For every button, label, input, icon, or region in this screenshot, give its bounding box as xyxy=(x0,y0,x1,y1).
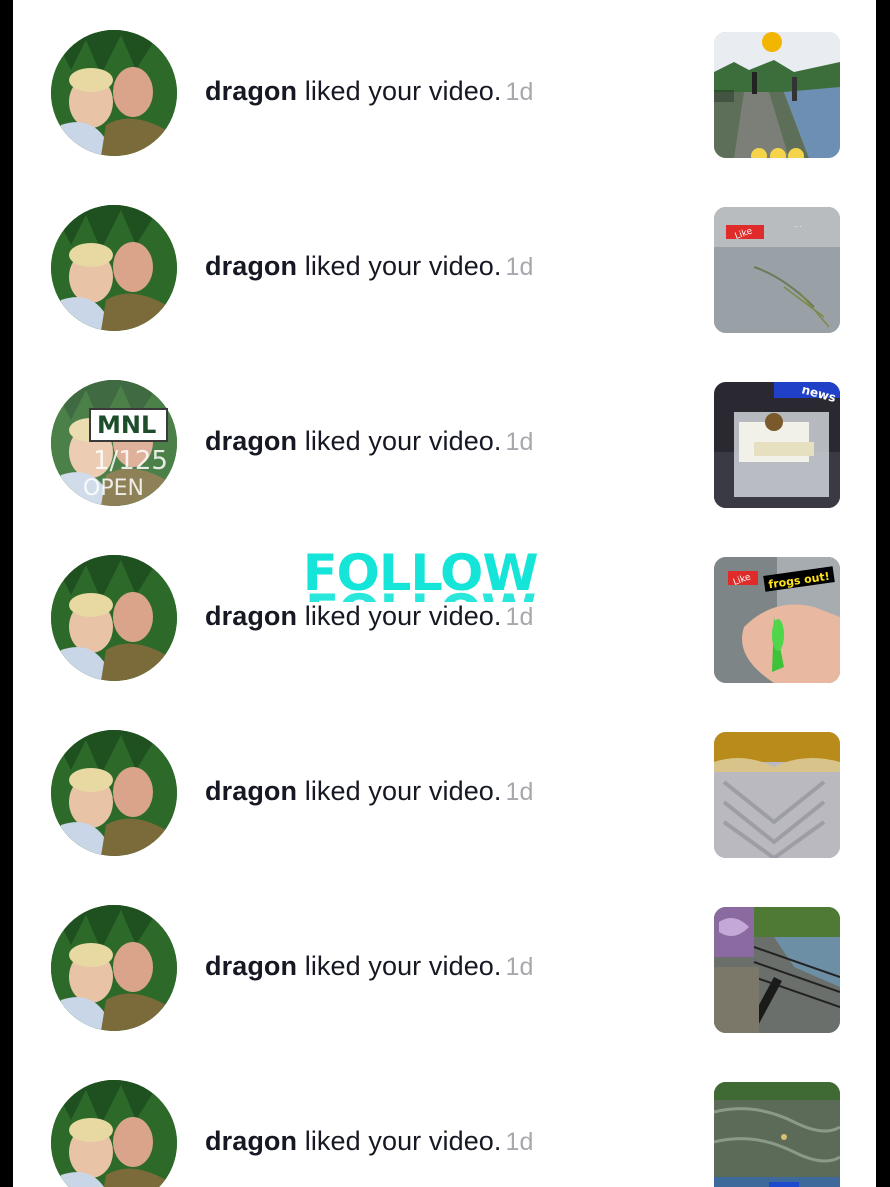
notification-row[interactable]: dragon liked your video. 1d xyxy=(13,0,876,158)
username[interactable]: dragon xyxy=(205,251,297,281)
mnl-count: 1/125 xyxy=(93,446,168,476)
video-thumbnail[interactable]: Like frogs out! xyxy=(714,557,840,683)
notification-row[interactable]: dragon liked your video. 1d xyxy=(13,1050,876,1187)
notifications-screen: dragon liked your video. 1d dragon liked… xyxy=(13,0,876,1187)
mnl-sticker-overlay: MNL 1/125 OPEN xyxy=(83,408,168,501)
video-thumbnail[interactable]: Like ... xyxy=(714,207,840,333)
svg-text:...: ... xyxy=(794,220,802,229)
avatar[interactable] xyxy=(51,205,177,331)
video-thumbnail[interactable] xyxy=(714,907,840,1033)
notification-text: dragon liked your video. 1d xyxy=(205,776,534,807)
username[interactable]: dragon xyxy=(205,776,297,806)
timestamp: 1d xyxy=(505,1128,534,1156)
mnl-badge: MNL xyxy=(89,408,168,442)
action-text: liked your video. xyxy=(304,951,502,981)
username[interactable]: dragon xyxy=(205,426,297,456)
avatar[interactable] xyxy=(51,555,177,681)
timestamp: 1d xyxy=(505,78,534,106)
avatar[interactable] xyxy=(51,730,177,856)
avatar[interactable] xyxy=(51,1080,177,1187)
action-text: liked your video. xyxy=(304,1126,502,1156)
timestamp: 1d xyxy=(505,953,534,981)
action-text: liked your video. xyxy=(304,251,502,281)
video-thumbnail[interactable] xyxy=(714,732,840,858)
action-text: liked your video. xyxy=(304,776,502,806)
notification-text: dragon liked your video. 1d xyxy=(205,601,534,632)
username[interactable]: dragon xyxy=(205,1126,297,1156)
video-thumbnail[interactable]: news xyxy=(714,382,840,508)
notification-row[interactable]: dragon liked your video. 1d xyxy=(13,700,876,858)
notification-row[interactable]: dragon liked your video. 1d xyxy=(13,875,876,1033)
action-text: liked your video. xyxy=(304,601,502,631)
timestamp: 1d xyxy=(505,253,534,281)
timestamp: 1d xyxy=(505,603,534,631)
username[interactable]: dragon xyxy=(205,951,297,981)
notification-text: dragon liked your video. 1d xyxy=(205,76,534,107)
notification-text: dragon liked your video. 1d xyxy=(205,251,534,282)
username[interactable]: dragon xyxy=(205,76,297,106)
notification-row[interactable]: dragon liked your video. 1d Like ... xyxy=(13,175,876,333)
notification-text: dragon liked your video. 1d xyxy=(205,951,534,982)
video-thumbnail[interactable] xyxy=(714,1082,840,1187)
mnl-open-label: OPEN xyxy=(83,476,144,501)
action-text: liked your video. xyxy=(304,76,502,106)
timestamp: 1d xyxy=(505,778,534,806)
username[interactable]: dragon xyxy=(205,601,297,631)
avatar[interactable] xyxy=(51,905,177,1031)
notification-text: dragon liked your video. 1d xyxy=(205,426,534,457)
follow-sticker-text: FOLLOW xyxy=(302,544,539,602)
timestamp: 1d xyxy=(505,428,534,456)
action-text: liked your video. xyxy=(304,426,502,456)
avatar[interactable] xyxy=(51,30,177,156)
notification-text: dragon liked your video. 1d xyxy=(205,1126,534,1157)
video-thumbnail[interactable] xyxy=(714,32,840,158)
